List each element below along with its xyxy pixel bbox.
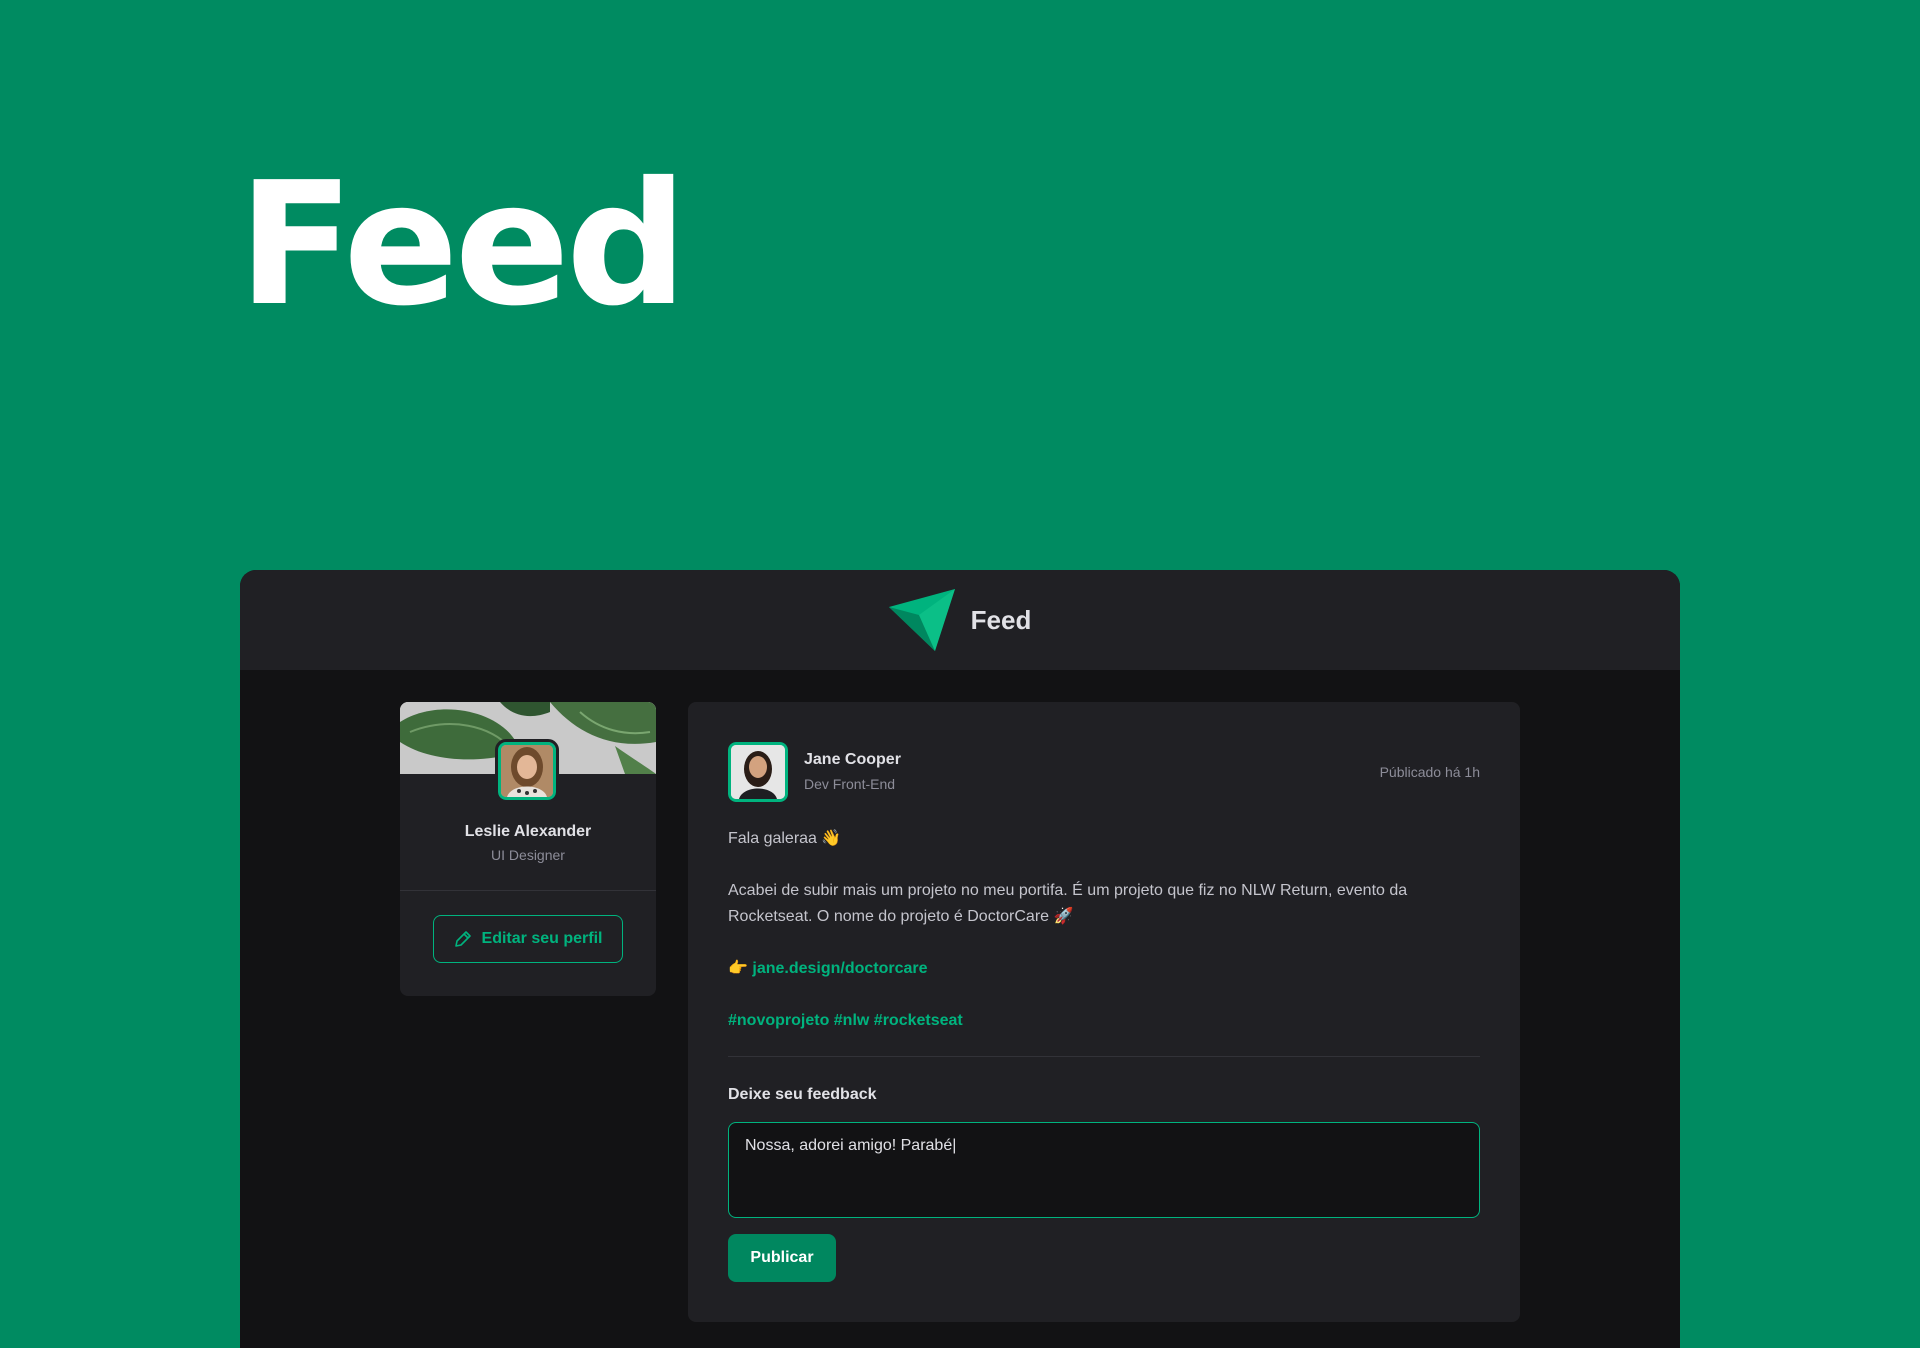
divider — [728, 1056, 1480, 1057]
hero-title: Feed — [238, 146, 688, 344]
divider — [400, 890, 656, 891]
published-time: Públicado há 1h — [1379, 764, 1480, 780]
feedback-label: Deixe seu feedback — [728, 1086, 877, 1103]
post-hashtags[interactable]: #novoprojeto #nlw #rocketseat — [728, 1012, 963, 1029]
comment-input[interactable]: Nossa, adorei amigo! Parabé| — [728, 1122, 1480, 1218]
publish-button[interactable]: Publicar — [728, 1234, 836, 1282]
profile-sidebar: Leslie Alexander UI Designer Editar seu … — [400, 702, 656, 996]
author-name: Jane Cooper — [804, 751, 901, 768]
pointing-hand-emoji: 👉 — [728, 960, 753, 977]
profile-name: Leslie Alexander — [464, 823, 592, 840]
profile-role: UI Designer — [491, 847, 565, 863]
post-link[interactable]: jane.design/doctorcare — [752, 960, 927, 977]
avatar[interactable] — [495, 739, 559, 803]
edit-profile-label: Editar seu perfil — [481, 930, 603, 947]
app-header: Feed — [240, 570, 1680, 670]
post-header: Jane Cooper Dev Front-End Públicado há 1… — [725, 739, 1480, 805]
post-hashtags-line: #novoprojeto #nlw #rocketseat — [728, 1008, 1480, 1034]
post-greeting: Fala galeraa 👋 — [728, 830, 842, 847]
app-title: Feed — [970, 604, 1032, 635]
post-paragraph: Acabei de subir mais um projeto no meu p… — [728, 882, 1408, 925]
post-card: Jane Cooper Dev Front-End Públicado há 1… — [688, 702, 1520, 1322]
post-link-line: 👉 jane.design/doctorcare — [728, 956, 1480, 982]
app-window: Feed Leslie Alexander UI Designer Editar… — [240, 570, 1680, 1348]
author-role: Dev Front-End — [804, 776, 896, 792]
post-content: Fala galeraa 👋 Acabei de subir mais um p… — [728, 826, 1480, 1060]
paper-plane-logo-icon — [888, 589, 955, 651]
author-avatar[interactable] — [725, 739, 791, 805]
edit-profile-button[interactable]: Editar seu perfil — [433, 915, 623, 963]
pencil-icon — [454, 931, 471, 947]
